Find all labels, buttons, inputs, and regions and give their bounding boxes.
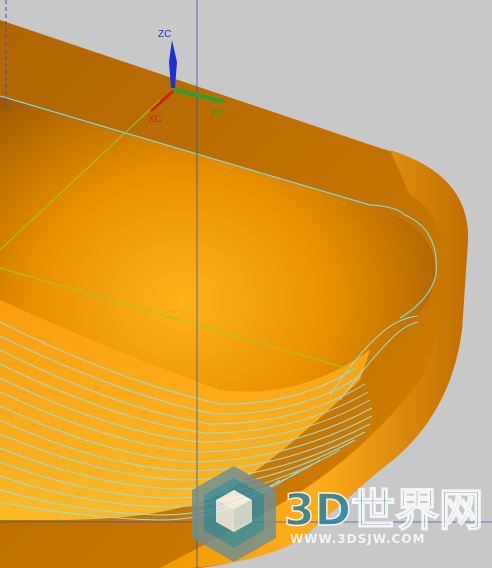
graphics-viewport[interactable]: ZC YC XC 3D世界网 WWW.3DSJW.COM [0,0,492,568]
watermark-brand: 3D世界网 [284,485,483,536]
xc-label: XC [148,114,162,125]
zc-label: ZC [158,29,171,40]
model-view[interactable]: ZC YC XC 3D世界网 WWW.3DSJW.COM [0,0,492,568]
watermark-url: WWW.3DSJW.COM [290,532,425,546]
yc-label: YC [210,108,224,119]
